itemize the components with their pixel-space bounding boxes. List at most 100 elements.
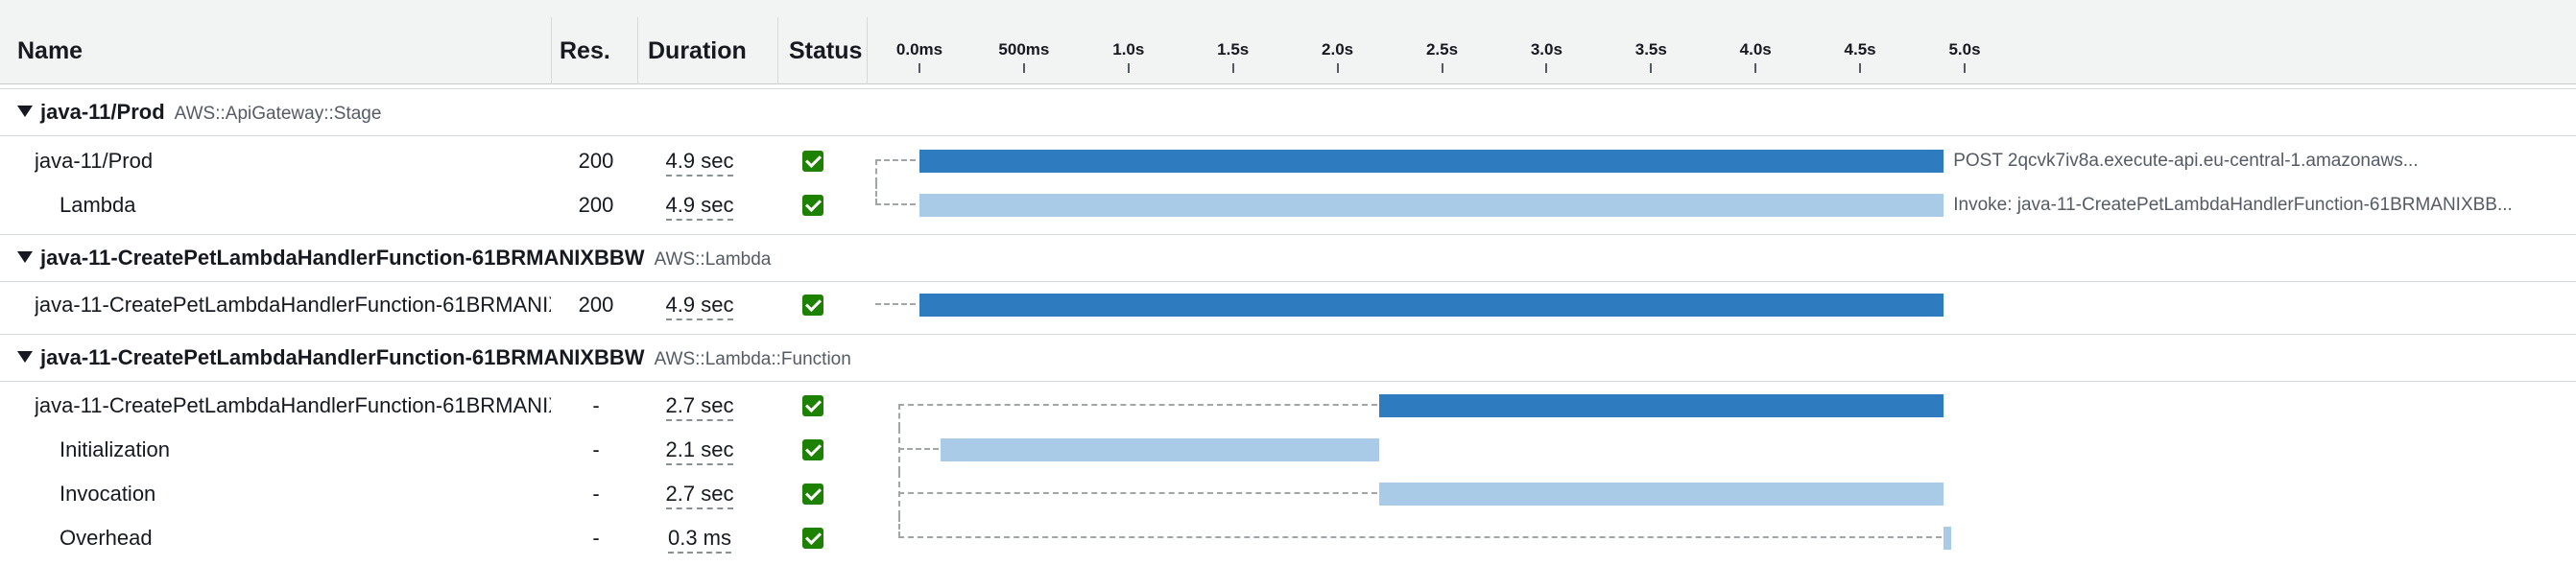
column-header-res[interactable]: Res. (560, 0, 610, 84)
trace-group-header[interactable]: java-11-CreatePetLambdaHandlerFunction-6… (0, 234, 2576, 282)
status-ok-icon (802, 483, 823, 505)
segment-response-code: - (592, 393, 600, 417)
group-title: java-11-CreatePetLambdaHandlerFunction-6… (40, 244, 771, 274)
segment-duration[interactable]: 4.9 sec (637, 139, 762, 183)
segment-response-code: 200 (578, 149, 614, 173)
column-divider (637, 17, 638, 84)
column-divider (777, 17, 778, 84)
timeline-tick-label: 2.5s (1425, 40, 1459, 59)
segment-connector (898, 404, 900, 428)
status-ok-icon (802, 395, 823, 416)
caret-down-icon[interactable] (17, 106, 33, 117)
segment-duration-link[interactable]: 4.9 sec (665, 193, 734, 221)
segment-response-code: - (592, 526, 600, 550)
caret-down-icon[interactable] (17, 251, 33, 263)
segment-connector (875, 183, 877, 204)
timeline-tick-mark (1859, 63, 1862, 73)
timeline-tick-mark (1231, 63, 1234, 73)
timeline-tick-label: 3.5s (1634, 40, 1667, 59)
segment-duration[interactable]: 4.9 sec (637, 283, 762, 327)
segment-connector (898, 472, 900, 516)
segment-connector (898, 428, 900, 472)
column-header-duration[interactable]: Duration (648, 0, 747, 84)
timeline-tick-label: 4.5s (1844, 40, 1876, 59)
segment-bar-label: POST 2qcvk7iv8a.execute-api.eu-central-1… (1953, 151, 2419, 171)
segment-name[interactable]: Invocation (60, 472, 551, 516)
trace-segment-row[interactable]: Invocation - 2.7 sec (0, 472, 2576, 516)
segment-timeline-bar[interactable] (919, 194, 1944, 217)
status-ok-icon (802, 528, 823, 549)
segment-timeline-bar[interactable] (919, 150, 1944, 173)
segment-response-code: - (592, 482, 600, 506)
group-name: java-11-CreatePetLambdaHandlerFunction-6… (40, 246, 645, 270)
column-divider (867, 17, 868, 84)
timeline-tick-label: 5.0s (1948, 40, 1981, 59)
timeline-tick-label: 0.0ms (895, 40, 943, 59)
row-divider (0, 234, 2576, 235)
segment-duration-link[interactable]: 4.9 sec (665, 149, 734, 177)
timeline-tick-mark (1754, 63, 1757, 73)
group-title: java-11/Prod AWS::ApiGateway::Stage (40, 98, 381, 129)
row-divider (0, 88, 2576, 89)
group-type: AWS::Lambda::Function (654, 349, 851, 369)
group-type: AWS::ApiGateway::Stage (174, 104, 382, 124)
trace-table-header: Name Res. Duration Status 0.0ms 500ms 1.0s… (0, 0, 2576, 84)
trace-segment-row[interactable]: Overhead - 0.3 ms (0, 516, 2576, 560)
segment-connector (898, 536, 1943, 538)
segment-connector (898, 492, 1378, 494)
segment-duration-link[interactable]: 0.3 ms (667, 526, 732, 554)
timeline-tick-label: 1.5s (1217, 40, 1250, 59)
trace-segment-row[interactable]: java-11-CreatePetLambdaHandlerFunction-6… (0, 384, 2576, 428)
trace-segment-row[interactable]: Initialization - 2.1 sec (0, 428, 2576, 472)
segment-connector (898, 516, 900, 537)
column-header-name[interactable]: Name (17, 0, 83, 84)
timeline-tick-mark (1127, 63, 1130, 73)
segment-timeline-bar[interactable] (940, 438, 1380, 461)
status-ok-icon (802, 439, 823, 460)
segment-duration[interactable]: 2.7 sec (637, 472, 762, 516)
segment-connector (898, 404, 1378, 406)
segment-name[interactable]: Lambda (60, 183, 551, 227)
segment-timeline-bar[interactable] (1379, 394, 1944, 417)
timeline-tick-mark (918, 63, 920, 73)
segment-duration-link[interactable]: 4.9 sec (665, 293, 734, 320)
segment-name[interactable]: java-11-CreatePetLambdaHandlerFunction-6… (35, 384, 551, 428)
trace-segment-row[interactable]: java-11/Prod 200 4.9 sec POST 2qcvk7iv8a.ex… (0, 139, 2576, 183)
segment-name[interactable]: java-11/Prod (35, 139, 551, 183)
segment-name[interactable]: Initialization (60, 428, 551, 472)
timeline-tick-mark (1336, 63, 1339, 73)
segment-name[interactable]: Overhead (60, 516, 551, 560)
segment-timeline-bar[interactable] (919, 294, 1944, 317)
segment-connector (875, 159, 877, 183)
column-header-status[interactable]: Status (789, 0, 862, 84)
segment-connector (875, 303, 916, 305)
segment-duration[interactable]: 0.3 ms (637, 516, 762, 560)
segment-duration[interactable]: 4.9 sec (637, 183, 762, 227)
segment-timeline-bar[interactable] (1944, 527, 1952, 550)
timeline-tick-mark (1650, 63, 1653, 73)
caret-down-icon[interactable] (17, 351, 33, 363)
segment-duration-link[interactable]: 2.7 sec (665, 393, 734, 421)
timeline-tick-mark (1441, 63, 1443, 73)
trace-segment-row[interactable]: Lambda 200 4.9 sec Invoke: java-11-CreatePe… (0, 183, 2576, 227)
status-ok-icon (802, 151, 823, 172)
segment-response-code: 200 (578, 293, 614, 317)
segment-connector (875, 159, 916, 161)
segment-response-code: 200 (578, 193, 614, 217)
timeline-tick-label: 4.0s (1739, 40, 1772, 59)
trace-segment-row[interactable]: java-11-CreatePetLambdaHandlerFunction-6… (0, 283, 2576, 327)
segment-duration-link[interactable]: 2.7 sec (665, 482, 734, 509)
group-name: java-11-CreatePetLambdaHandlerFunction-6… (40, 345, 645, 369)
segment-timeline-bar[interactable] (1379, 483, 1944, 506)
timeline-tick-mark (1022, 63, 1025, 73)
segment-duration[interactable]: 2.7 sec (637, 384, 762, 428)
segment-connector (875, 203, 916, 205)
trace-group-header[interactable]: java-11-CreatePetLambdaHandlerFunction-6… (0, 334, 2576, 382)
segment-bar-label: Invoke: java-11-CreatePetLambdaHandlerFu… (1953, 195, 2513, 215)
segment-name[interactable]: java-11-CreatePetLambdaHandlerFunction-6… (35, 283, 551, 327)
segment-duration[interactable]: 2.1 sec (637, 428, 762, 472)
timeline-tick-label: 500ms (998, 40, 1050, 59)
group-name: java-11/Prod (40, 100, 165, 124)
trace-group-header[interactable]: java-11/Prod AWS::ApiGateway::Stage (0, 88, 2576, 136)
segment-duration-link[interactable]: 2.1 sec (665, 437, 734, 465)
